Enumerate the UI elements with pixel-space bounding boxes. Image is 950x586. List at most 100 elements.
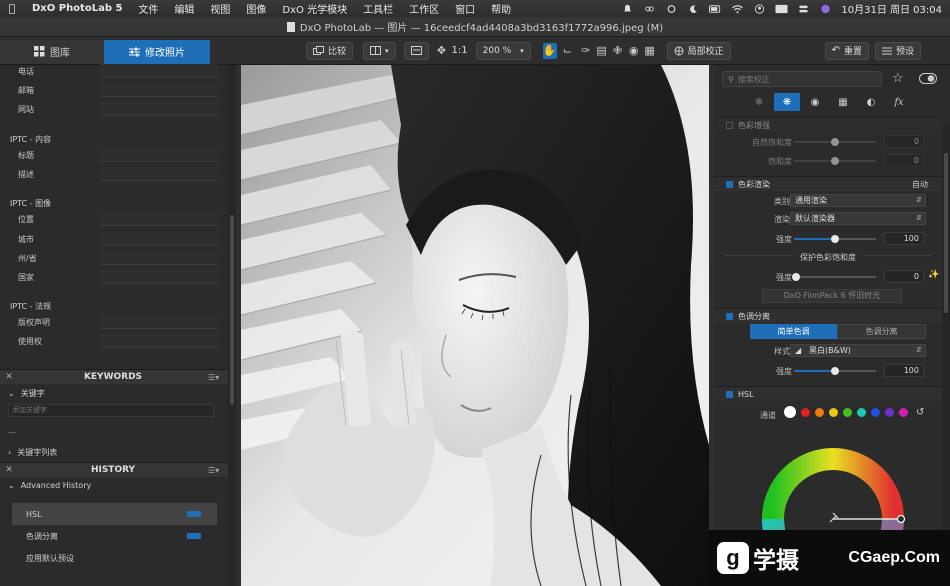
siri-icon[interactable]: [819, 4, 832, 14]
moon-icon[interactable]: [687, 4, 700, 14]
left-scrollbar[interactable]: [228, 65, 236, 586]
color-boost-header[interactable]: 色彩增强: [714, 117, 942, 132]
hsl-channel-all-swatch[interactable]: [784, 406, 796, 418]
split-toning-checkbox[interactable]: [726, 312, 733, 320]
usage-rights-input[interactable]: [100, 334, 218, 348]
headline-input[interactable]: [100, 148, 218, 162]
menu-workspace[interactable]: 工作区: [401, 1, 447, 16]
hsl-header[interactable]: HSL: [714, 386, 942, 401]
apple-icon[interactable]: : [0, 2, 24, 15]
location-input[interactable]: [100, 212, 218, 226]
saturation-slider[interactable]: [794, 157, 876, 165]
close-icon[interactable]: ✕: [0, 372, 18, 382]
category-select[interactable]: 通用渲染 ⇵: [790, 194, 926, 207]
right-scrollbar[interactable]: [942, 125, 950, 586]
ruler-icon[interactable]: ▤: [595, 43, 609, 59]
menu-edit[interactable]: 编辑: [166, 1, 202, 16]
wifi-icon[interactable]: [731, 4, 744, 14]
hsl-channel-swatch[interactable]: [815, 407, 824, 417]
menu-app-name[interactable]: DxO PhotoLab 5: [24, 3, 130, 14]
fit-screen-button[interactable]: [403, 41, 429, 60]
right-scroll-thumb[interactable]: [944, 153, 948, 313]
saturation-value[interactable]: 0: [884, 154, 924, 167]
copyright-input[interactable]: [100, 315, 218, 329]
tab-local-icon[interactable]: ◐: [858, 93, 884, 111]
cloud-link-icon[interactable]: [643, 4, 656, 14]
keywords-panel-header[interactable]: ✕ KEYWORDS ☰▾: [0, 369, 228, 384]
battery-icon[interactable]: [709, 4, 722, 14]
eye-icon[interactable]: ◉: [627, 43, 641, 59]
hsl-channel-swatch[interactable]: [801, 407, 810, 417]
tab-effects-icon[interactable]: fx: [886, 93, 912, 111]
split-intensity-value[interactable]: 100: [884, 364, 924, 377]
menu-view[interactable]: 视图: [202, 1, 238, 16]
image-viewer[interactable]: [241, 65, 709, 586]
preset-button[interactable]: 预设: [875, 41, 922, 60]
panel-menu-icon[interactable]: ☰▾: [208, 466, 228, 475]
magic-wand-icon[interactable]: ✨: [928, 270, 939, 280]
menu-toolbar[interactable]: 工具栏: [355, 1, 401, 16]
history-toggle-icon[interactable]: [187, 533, 201, 539]
slider-knob[interactable]: [792, 273, 800, 281]
left-scroll-thumb[interactable]: [230, 215, 234, 405]
rendering-intensity-value[interactable]: 100: [884, 232, 924, 245]
menu-file[interactable]: 文件: [130, 1, 166, 16]
vibrancy-slider[interactable]: [794, 138, 876, 146]
style-select[interactable]: ◢ 黑白(B&W) ⇵: [790, 344, 926, 357]
state-input[interactable]: [100, 251, 218, 265]
hand-tool-icon[interactable]: ✋: [542, 42, 557, 59]
tab-simple-toning[interactable]: 简单色调: [750, 324, 837, 339]
filmpack-button[interactable]: DxO FilmPack 6 怀旧时光: [762, 289, 902, 303]
country-input[interactable]: [100, 270, 218, 284]
color-boost-checkbox[interactable]: [726, 121, 733, 129]
split-intensity-slider[interactable]: [794, 367, 876, 375]
reset-channel-icon[interactable]: ↺: [916, 407, 924, 418]
split-toning-header[interactable]: 色调分离: [714, 308, 942, 323]
tab-light-icon[interactable]: ☼: [746, 93, 772, 111]
add-keyword-input[interactable]: 添加关键字: [8, 404, 214, 417]
keywords-section[interactable]: ⌄ 关键字: [8, 388, 45, 399]
history-toggle-icon[interactable]: [187, 511, 201, 517]
bell-icon[interactable]: [621, 4, 634, 14]
user-icon[interactable]: [753, 3, 766, 14]
email-input[interactable]: [100, 83, 218, 97]
menu-image[interactable]: 图像: [238, 1, 274, 16]
move-icon[interactable]: ✥: [435, 43, 449, 59]
history-item-split-toning[interactable]: 色调分离: [12, 525, 217, 547]
tab-detail-icon[interactable]: ◉: [802, 93, 828, 111]
vibrancy-value[interactable]: 0: [884, 135, 924, 148]
tab-customize[interactable]: 修改照片: [104, 39, 210, 64]
menubar-clock[interactable]: 10月31日 周日 03:04: [841, 1, 942, 16]
bandage-icon[interactable]: ✙: [611, 43, 625, 59]
city-input[interactable]: [100, 232, 218, 246]
control-center-icon[interactable]: [797, 4, 810, 14]
close-icon[interactable]: ✕: [0, 465, 18, 475]
color-rendering-checkbox[interactable]: [726, 180, 733, 188]
correction-search-field[interactable]: ⚲ 搜索校正: [722, 71, 882, 87]
description-input[interactable]: [100, 167, 218, 181]
local-adjustments-button[interactable]: 局部校正: [666, 41, 731, 60]
panel-menu-icon[interactable]: ☰▾: [208, 373, 228, 382]
tab-geometry-icon[interactable]: ▦: [830, 93, 856, 111]
rendering-select[interactable]: 默认渲染器 ⇵: [790, 212, 926, 225]
star-icon[interactable]: ☆: [892, 71, 904, 86]
color-rendering-header[interactable]: 色彩渲染 自动: [714, 176, 942, 191]
history-item-default-preset[interactable]: 应用默认预设: [12, 547, 217, 569]
zoom-select[interactable]: 200 % ▾: [475, 41, 531, 60]
split-view-button[interactable]: ▾: [363, 41, 396, 60]
eyedropper-icon[interactable]: ✑: [579, 43, 593, 59]
keyboard-icon[interactable]: [775, 4, 788, 14]
ratio-1-1-button[interactable]: 1:1: [452, 45, 468, 56]
history-panel-header[interactable]: ✕ HISTORY ☰▾: [0, 462, 228, 477]
mask-icon[interactable]: ▦: [643, 43, 657, 59]
tab-color-icon[interactable]: ❋: [774, 93, 800, 111]
hsl-checkbox[interactable]: [726, 390, 733, 398]
protect-intensity-value[interactable]: 0: [884, 270, 924, 283]
rendering-intensity-slider[interactable]: [794, 235, 876, 243]
hsl-channel-swatch[interactable]: [857, 407, 866, 417]
advanced-history-section[interactable]: ⌄ Advanced History: [8, 481, 91, 490]
menu-help[interactable]: 帮助: [483, 1, 519, 16]
hsl-channel-swatch[interactable]: [843, 407, 852, 417]
slider-knob[interactable]: [831, 367, 839, 375]
menu-optics-modules[interactable]: DxO 光学模块: [274, 1, 355, 16]
